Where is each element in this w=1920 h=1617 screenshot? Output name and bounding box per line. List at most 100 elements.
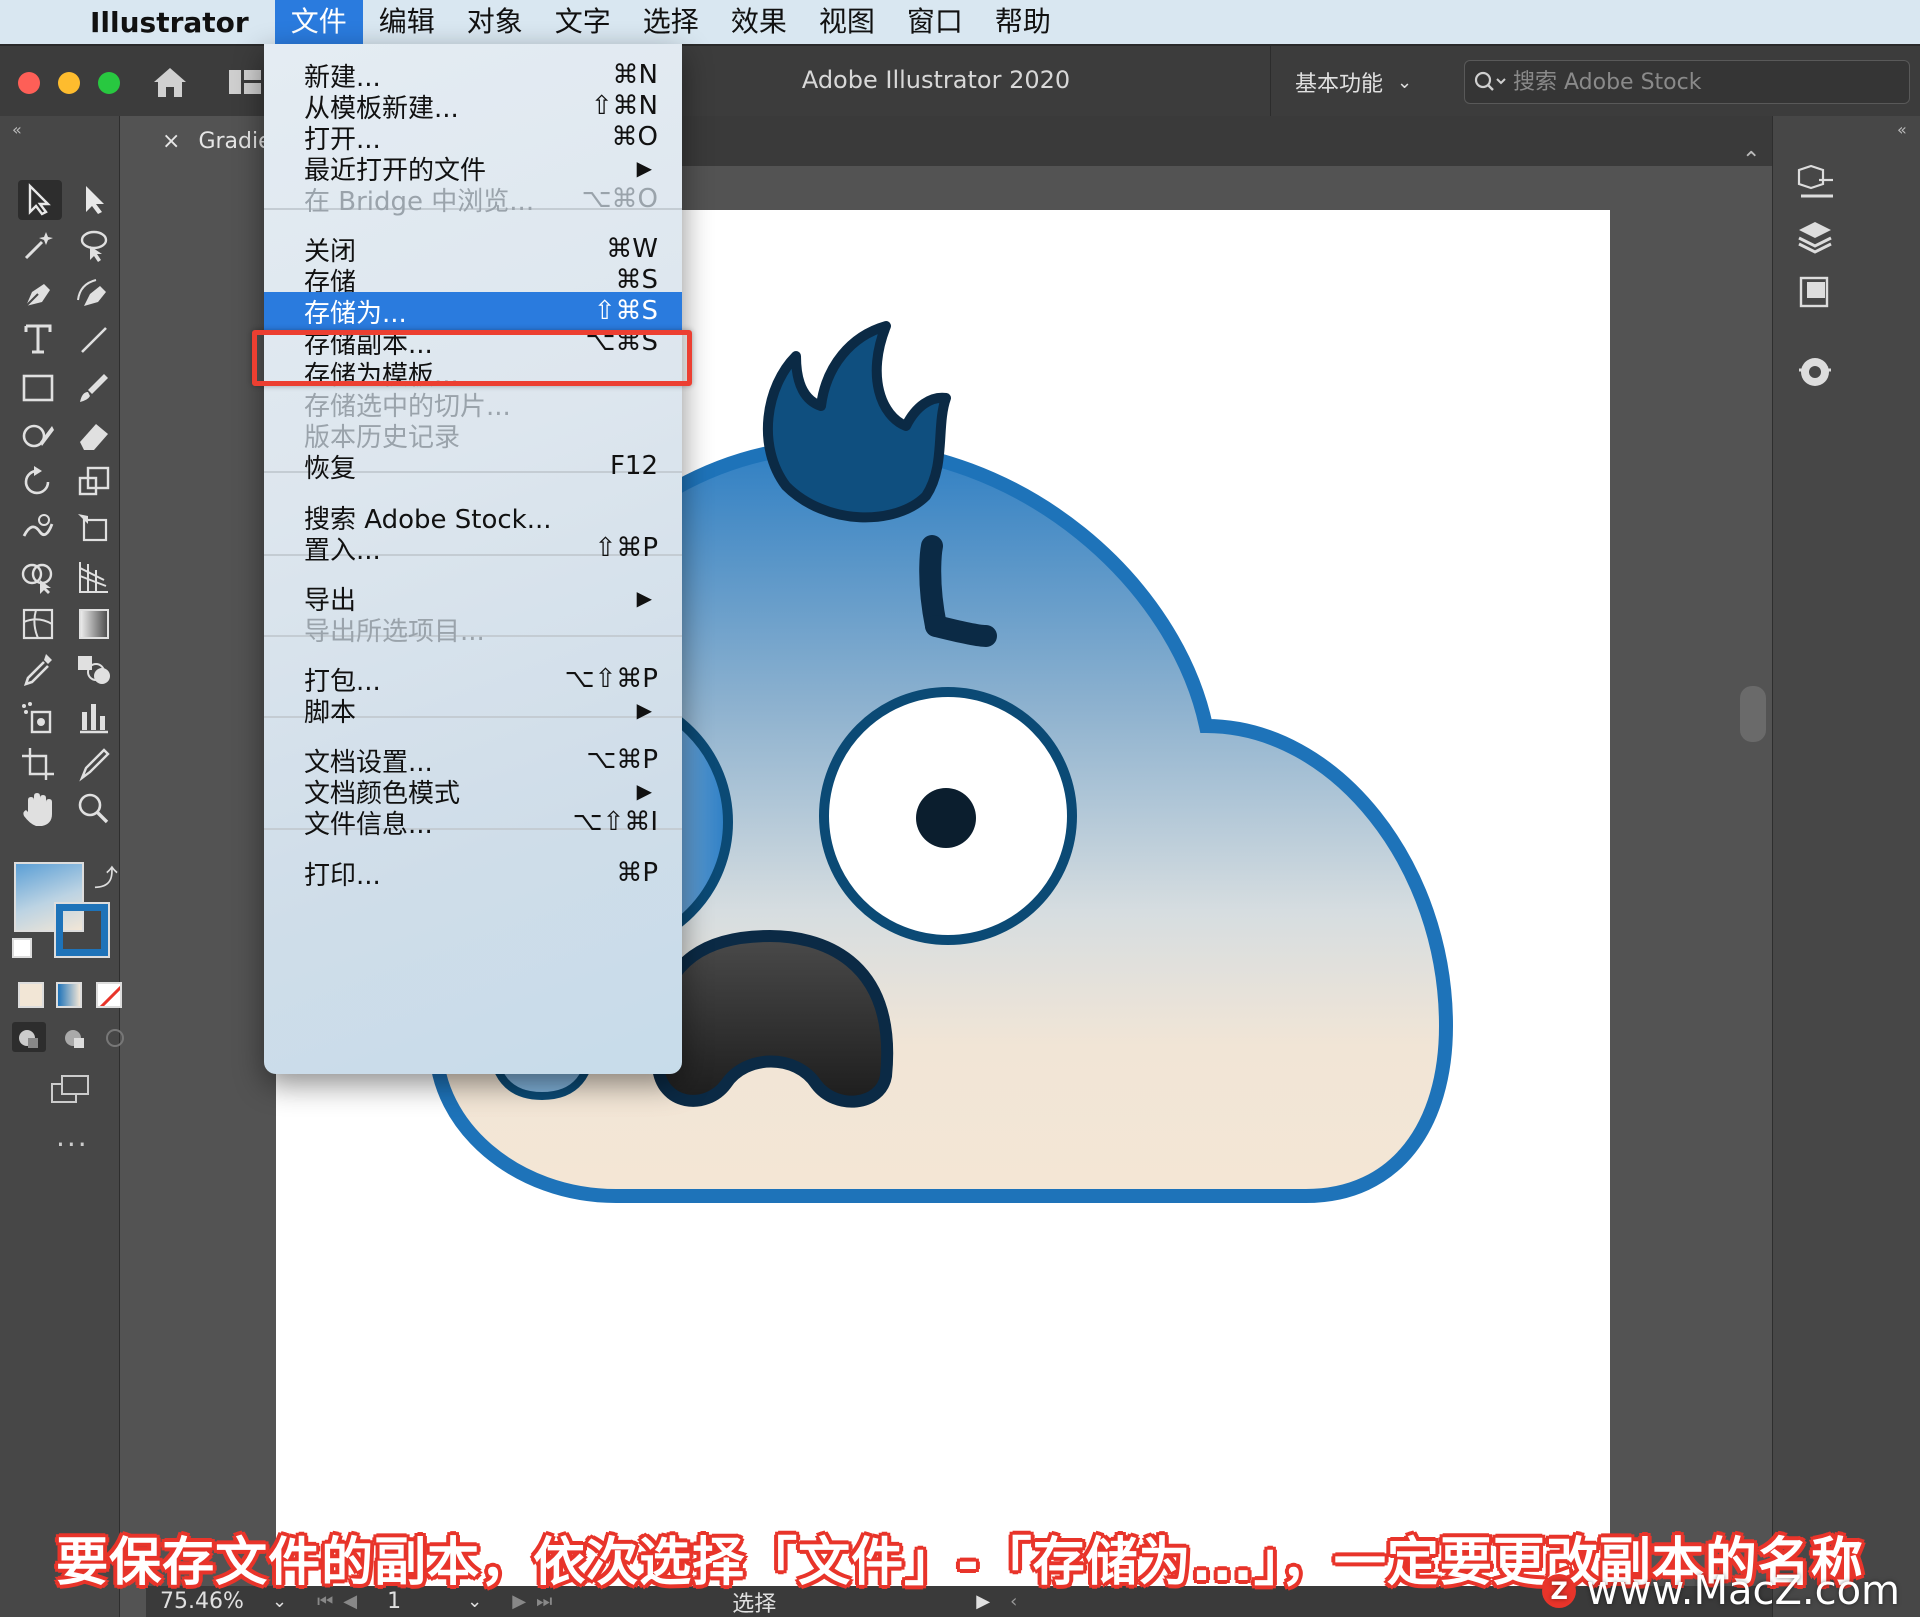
file-menu-item-shortcut: ⌘W bbox=[606, 234, 658, 264]
menu-object[interactable]: 对象 bbox=[451, 0, 539, 44]
file-menu-item-shortcut: ⌥⇧⌘I bbox=[572, 807, 658, 837]
swap-fill-stroke-icon[interactable]: ⤴ bbox=[94, 858, 118, 893]
symbol-sprayer-tool-icon[interactable] bbox=[18, 698, 62, 738]
file-menu-item-shortcut: ⌥⇧⌘P bbox=[564, 664, 658, 694]
line-segment-tool-icon[interactable] bbox=[74, 320, 118, 360]
direct-selection-tool-icon[interactable] bbox=[74, 180, 118, 220]
file-menu-item[interactable]: 在 Bridge 中浏览... ⌥⌘O bbox=[264, 180, 682, 218]
document-tab[interactable]: × Gradie bbox=[146, 116, 276, 166]
type-tool-icon[interactable] bbox=[18, 320, 62, 360]
stroke-color-swatch[interactable] bbox=[54, 902, 110, 958]
eraser-tool-icon[interactable] bbox=[74, 416, 118, 456]
menu-help[interactable]: 帮助 bbox=[979, 0, 1067, 44]
character-crest bbox=[762, 321, 951, 523]
submenu-arrow-icon: ▶ bbox=[636, 698, 652, 722]
document-tab-name: Gradie bbox=[198, 128, 272, 154]
menu-edit[interactable]: 编辑 bbox=[363, 0, 451, 44]
file-menu-item[interactable]: 恢复 F12 bbox=[264, 447, 682, 485]
curvature-tool-icon[interactable] bbox=[74, 274, 118, 314]
file-menu-item-shortcut: ⌥⌘O bbox=[581, 184, 658, 214]
file-menu-item-label: 脚本 bbox=[304, 697, 357, 728]
right-eyebrow bbox=[919, 535, 947, 637]
pen-tool-icon[interactable] bbox=[18, 274, 62, 314]
collapse-panel-icon[interactable]: « bbox=[12, 120, 22, 139]
slice-tool-icon[interactable] bbox=[74, 744, 118, 784]
hand-tool-icon[interactable] bbox=[18, 790, 62, 830]
gradient-tool-icon[interactable] bbox=[74, 604, 118, 644]
file-menu-item-shortcut: ⌘P bbox=[616, 858, 658, 888]
layers-panel-icon[interactable] bbox=[1793, 216, 1837, 260]
eyedropper-tool-icon[interactable] bbox=[18, 650, 62, 690]
mesh-tool-icon[interactable] bbox=[18, 604, 62, 644]
libraries-panel-icon[interactable] bbox=[1793, 270, 1837, 314]
gradient-mode-button[interactable] bbox=[56, 982, 82, 1008]
file-menu-item[interactable]: 导出所选项目... bbox=[264, 610, 682, 648]
lasso-tool-icon[interactable] bbox=[74, 226, 118, 266]
menu-effect[interactable]: 效果 bbox=[715, 0, 803, 44]
scale-tool-icon[interactable] bbox=[74, 462, 118, 502]
workspace-label: 基本功能 bbox=[1295, 72, 1384, 97]
draw-behind-icon[interactable] bbox=[58, 1022, 92, 1052]
scroll-up-icon[interactable]: ⌃ bbox=[1742, 148, 1760, 173]
collapse-dock-icon[interactable]: « bbox=[1897, 120, 1907, 139]
rotate-tool-icon[interactable] bbox=[18, 462, 62, 502]
file-menu-item-shortcut: ⌘N bbox=[612, 60, 658, 90]
shaper-tool-icon[interactable] bbox=[18, 416, 62, 456]
blend-tool-icon[interactable] bbox=[74, 650, 118, 690]
file-menu-item-shortcut: ⌘O bbox=[611, 122, 658, 152]
edit-toolbar-icon[interactable]: ··· bbox=[56, 1128, 89, 1161]
file-menu-item-shortcut: F12 bbox=[609, 451, 658, 481]
menu-window[interactable]: 窗口 bbox=[891, 0, 979, 44]
appearance-panel-icon[interactable] bbox=[1793, 350, 1837, 394]
selection-tool-icon[interactable] bbox=[18, 180, 62, 220]
app-menu-name[interactable]: Illustrator bbox=[84, 6, 255, 39]
draw-normal-icon[interactable] bbox=[12, 1022, 46, 1052]
search-icon bbox=[1474, 71, 1506, 91]
watermark-text: www.MacZ.com bbox=[1586, 1568, 1900, 1614]
scrollbar-thumb[interactable] bbox=[1740, 686, 1766, 742]
panels-dock: « bbox=[1772, 116, 1920, 1617]
none-mode-button[interactable] bbox=[96, 982, 122, 1008]
site-watermark: Z www.MacZ.com bbox=[1542, 1568, 1900, 1614]
perspective-grid-tool-icon[interactable] bbox=[74, 558, 118, 598]
zoom-tool-icon[interactable] bbox=[74, 790, 118, 830]
draw-inside-icon[interactable] bbox=[100, 1022, 134, 1052]
paintbrush-tool-icon[interactable] bbox=[74, 368, 118, 408]
menu-type[interactable]: 文字 bbox=[539, 0, 627, 44]
file-menu-item[interactable]: 文件信息... ⌥⇧⌘I bbox=[264, 803, 682, 841]
file-menu-dropdown: 新建... ⌘N 从模板新建... ⇧⌘N 打开... ⌘O 最近打开的文件 ▶ 在 Bridg… bbox=[264, 44, 682, 1074]
file-menu-item-shortcut: ⇧⌘S bbox=[593, 296, 658, 326]
adobe-stock-search[interactable] bbox=[1464, 60, 1910, 104]
file-menu-item[interactable]: 打印... ⌘P bbox=[264, 854, 682, 892]
file-menu-item-shortcut: ⇧⌘P bbox=[594, 533, 658, 563]
magic-wand-tool-icon[interactable] bbox=[18, 226, 62, 266]
artboard-tool-icon[interactable] bbox=[18, 744, 62, 784]
warp-tool-icon[interactable] bbox=[18, 510, 62, 550]
right-pupil bbox=[916, 788, 976, 848]
stock-search-input[interactable] bbox=[1513, 69, 1873, 95]
color-mode-button[interactable] bbox=[18, 982, 44, 1008]
menu-view[interactable]: 视图 bbox=[803, 0, 891, 44]
submenu-arrow-icon: ▶ bbox=[636, 779, 652, 803]
default-fill-stroke-icon[interactable] bbox=[12, 938, 32, 958]
close-tab-icon[interactable]: × bbox=[162, 129, 180, 154]
file-menu-item-shortcut: ⌥⌘P bbox=[586, 745, 658, 775]
file-menu-item-label: 导出所选项目... bbox=[304, 616, 485, 647]
file-menu-item-shortcut: ⇧⌘N bbox=[590, 91, 658, 121]
menu-select[interactable]: 选择 bbox=[627, 0, 715, 44]
submenu-arrow-icon: ▶ bbox=[636, 156, 652, 180]
file-menu-item[interactable]: 置入... ⇧⌘P bbox=[264, 529, 682, 567]
shape-builder-tool-icon[interactable] bbox=[18, 558, 62, 598]
free-transform-tool-icon[interactable] bbox=[74, 510, 118, 550]
menu-file[interactable]: 文件 bbox=[274, 0, 363, 44]
rectangle-tool-icon[interactable] bbox=[18, 368, 62, 408]
properties-panel-icon[interactable] bbox=[1793, 162, 1837, 206]
file-menu-item-label: 文件信息... bbox=[304, 809, 433, 840]
macos-menu-bar: Illustrator 文件 编辑 对象 文字 选择 效果 视图 窗口 帮助 bbox=[0, 0, 1920, 44]
submenu-arrow-icon: ▶ bbox=[636, 586, 652, 610]
column-graph-tool-icon[interactable] bbox=[74, 698, 118, 738]
file-menu-item[interactable]: 脚本 ▶ bbox=[264, 691, 682, 729]
change-screen-mode-icon[interactable] bbox=[48, 1072, 94, 1108]
workspace-switcher[interactable]: 基本功能 ⌄ bbox=[1270, 46, 1448, 118]
vertical-scrollbar[interactable]: ⌃ bbox=[1736, 148, 1772, 1586]
